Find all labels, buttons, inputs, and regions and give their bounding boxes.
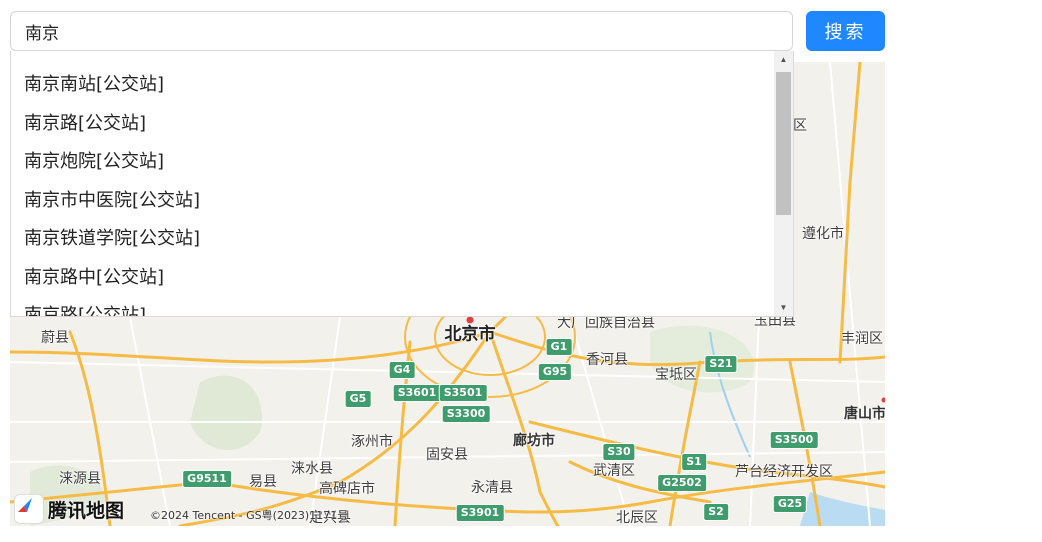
- highway-shield: G4: [388, 361, 416, 379]
- highway-shield: S3601: [392, 384, 442, 402]
- map-label: 涿州市: [351, 434, 393, 450]
- map-label: 易县: [249, 474, 277, 490]
- suggestion-list: 南京南站[公交站] 南京路[公交站] 南京炮院[公交站] 南京市中医院[公交站]…: [11, 66, 775, 316]
- map-copyright: ©2024 Tencent - GS粤(2023)1171号: [150, 509, 349, 522]
- suggestion-dropdown[interactable]: 南京南站[公交站] 南京路[公交站] 南京炮院[公交站] 南京市中医院[公交站]…: [10, 51, 794, 317]
- tencent-map-logo-icon: [14, 494, 44, 524]
- search-input[interactable]: [10, 11, 793, 51]
- map-label: 北辰区: [616, 510, 658, 526]
- search-button[interactable]: 搜索: [806, 11, 885, 51]
- suggestion-item[interactable]: 南京铁道学院[公交站]: [11, 220, 775, 259]
- map-label: 遵化市: [802, 226, 844, 242]
- map-label: 武清区: [593, 463, 635, 479]
- map-label: 北京市: [444, 324, 496, 345]
- map-label: 唐山市: [844, 406, 885, 422]
- highway-shield: S2: [703, 503, 729, 521]
- highway-shield: S1: [681, 453, 707, 471]
- highway-shield: G95: [537, 363, 573, 381]
- suggestion-item[interactable]: 南京路[公交站]: [11, 297, 775, 316]
- map-logo-text: 腾讯地图: [48, 499, 125, 522]
- map-label: 芦台经济开发区: [735, 464, 833, 480]
- scroll-up-arrow-icon[interactable]: ▲: [774, 51, 793, 68]
- highway-shield: S3500: [769, 431, 819, 449]
- map-label: 涞源县: [59, 471, 101, 487]
- highway-shield: G1: [545, 338, 573, 356]
- highway-shield: S3501: [438, 384, 488, 402]
- map-label: 固安县: [426, 447, 468, 463]
- map-label: 香河县: [586, 352, 628, 368]
- map-label: 丰润区: [841, 331, 883, 347]
- map-label: 蔚县: [41, 330, 69, 346]
- suggestion-item[interactable]: 南京市中医院[公交站]: [11, 182, 775, 221]
- map-label: 宝坻区: [655, 367, 697, 383]
- suggestion-item[interactable]: 南京路[公交站]: [11, 105, 775, 144]
- scroll-down-arrow-icon[interactable]: ▼: [774, 299, 793, 316]
- highway-shield: G9511: [182, 470, 232, 488]
- map-label: 高碑店市: [319, 481, 375, 497]
- map-label: 区: [793, 118, 807, 134]
- scrollbar-thumb[interactable]: [776, 72, 791, 215]
- suggestion-item[interactable]: 南京路中[公交站]: [11, 259, 775, 298]
- suggestion-item[interactable]: 南京南站[公交站]: [11, 66, 775, 105]
- highway-shield: S30: [602, 443, 636, 461]
- highway-shield: S21: [704, 355, 738, 373]
- highway-shield: S3300: [441, 405, 491, 423]
- map-label: 永清县: [471, 480, 513, 496]
- dropdown-scrollbar[interactable]: ▲ ▼: [774, 51, 793, 316]
- map-label: 廊坊市: [513, 433, 555, 449]
- highway-shield: G25: [772, 495, 808, 513]
- highway-shield: G2502: [657, 474, 707, 492]
- highway-shield: G5: [344, 390, 372, 408]
- map-label: 涞水县: [291, 461, 333, 477]
- suggestion-item[interactable]: 南京炮院[公交站]: [11, 143, 775, 182]
- highway-shield: S3901: [455, 504, 505, 522]
- map-logo[interactable]: 腾讯地图: [14, 494, 124, 524]
